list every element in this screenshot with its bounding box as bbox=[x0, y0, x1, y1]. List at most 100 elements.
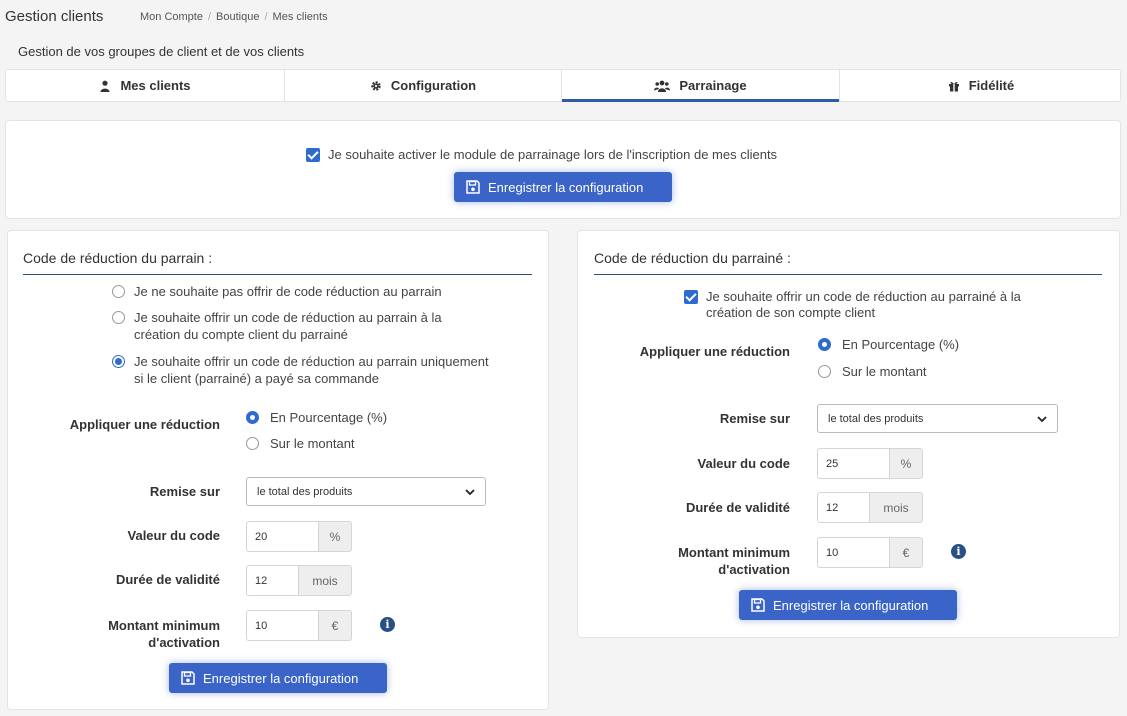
tab-label: Mes clients bbox=[120, 78, 191, 93]
duree-input[interactable] bbox=[817, 492, 869, 523]
save-icon bbox=[181, 671, 195, 685]
valeur-input[interactable] bbox=[817, 448, 889, 479]
activation-checkbox[interactable] bbox=[306, 147, 320, 162]
breadcrumb-item-shop[interactable]: Boutique bbox=[216, 11, 259, 23]
remise-select[interactable]: le total des produits bbox=[246, 477, 486, 506]
remise-select[interactable]: le total des produits bbox=[817, 404, 1058, 433]
reduction-amount-option[interactable]: Sur le montant bbox=[818, 363, 927, 380]
save-activation-button[interactable]: Enregistrer la configuration bbox=[454, 172, 672, 202]
radio-button[interactable] bbox=[818, 338, 831, 351]
montant-label-line: Montant minimum bbox=[108, 618, 220, 633]
tab-mes-clients[interactable]: Mes clients bbox=[6, 70, 285, 101]
radio-button[interactable] bbox=[112, 311, 125, 324]
radio-button[interactable] bbox=[246, 411, 259, 424]
valeur-input-group: % bbox=[246, 521, 352, 552]
breadcrumb: Mon Compte / Boutique / Mes clients bbox=[140, 11, 328, 23]
apply-reduction-label: Appliquer une réduction bbox=[639, 344, 790, 359]
euro-addon: € bbox=[889, 537, 923, 568]
save-button-label: Enregistrer la configuration bbox=[488, 179, 644, 195]
parrain-option-creation[interactable]: Je souhaite offrir un code de réduction … bbox=[112, 309, 484, 343]
tab-fidelite[interactable]: Fidélité bbox=[840, 70, 1122, 101]
parraine-offer-label: Je souhaite offrir un code de réduction … bbox=[706, 289, 1021, 320]
montant-label-line: Montant minimum bbox=[678, 545, 790, 560]
gift-icon bbox=[948, 81, 959, 91]
activation-panel: Je souhaite activer le module de parrain… bbox=[5, 120, 1121, 219]
user-icon bbox=[100, 80, 110, 92]
reduction-percent-option[interactable]: En Pourcentage (%) bbox=[246, 409, 387, 426]
valeur-input[interactable] bbox=[246, 521, 318, 552]
info-icon[interactable]: i bbox=[380, 617, 395, 632]
duree-input[interactable] bbox=[246, 565, 298, 596]
parrain-heading: Code de réduction du parrain : bbox=[23, 250, 532, 275]
montant-label-line: d'activation bbox=[148, 635, 220, 650]
months-addon: mois bbox=[298, 565, 352, 596]
months-addon: mois bbox=[869, 492, 923, 523]
save-button-label: Enregistrer la configuration bbox=[203, 670, 359, 686]
tab-bar: Mes clients Configuration Parrainage Fid… bbox=[5, 69, 1121, 102]
save-icon bbox=[466, 180, 480, 194]
breadcrumb-separator: / bbox=[264, 11, 268, 23]
remise-select-value: le total des produits bbox=[828, 412, 924, 425]
percent-addon: % bbox=[318, 521, 352, 552]
users-icon bbox=[654, 80, 671, 92]
montant-input[interactable] bbox=[246, 610, 318, 641]
info-icon[interactable]: i bbox=[951, 544, 966, 559]
montant-input-group: € bbox=[246, 610, 352, 641]
option-label: Je ne souhaite pas offrir de code réduct… bbox=[134, 284, 442, 299]
gear-icon bbox=[371, 80, 381, 91]
radio-button[interactable] bbox=[818, 365, 831, 378]
remise-select-value: le total des produits bbox=[257, 485, 353, 498]
percent-addon: % bbox=[889, 448, 923, 479]
radio-button[interactable] bbox=[112, 355, 125, 368]
montant-input[interactable] bbox=[817, 537, 889, 568]
option-label: En Pourcentage (%) bbox=[270, 410, 388, 425]
parrain-option-none[interactable]: Je ne souhaite pas offrir de code réduct… bbox=[112, 283, 479, 300]
option-label: Sur le montant bbox=[270, 436, 355, 451]
activation-row: Je souhaite activer le module de parrain… bbox=[306, 146, 777, 163]
tab-label: Fidélité bbox=[968, 78, 1015, 93]
tab-label: Configuration bbox=[390, 78, 477, 93]
parrain-option-paid[interactable]: Je souhaite offrir un code de réduction … bbox=[112, 353, 494, 387]
valeur-input-group: % bbox=[817, 448, 923, 479]
euro-addon: € bbox=[318, 610, 352, 641]
apply-reduction-label: Appliquer une réduction bbox=[69, 417, 220, 432]
valeur-label: Valeur du code bbox=[127, 528, 220, 543]
save-parraine-button[interactable]: Enregistrer la configuration bbox=[739, 590, 957, 620]
save-button-label: Enregistrer la configuration bbox=[773, 597, 929, 613]
remise-label: Remise sur bbox=[719, 411, 790, 426]
parraine-offer-row: Je souhaite offrir un code de réduction … bbox=[684, 289, 1066, 321]
option-label: Je souhaite offrir un code de réduction … bbox=[134, 354, 489, 386]
reduction-percent-option[interactable]: En Pourcentage (%) bbox=[818, 336, 959, 353]
parraine-heading: Code de réduction du parrainé : bbox=[594, 250, 1102, 275]
option-label: En Pourcentage (%) bbox=[842, 337, 960, 352]
breadcrumb-separator: / bbox=[207, 11, 212, 23]
duree-input-group: mois bbox=[246, 565, 352, 596]
montant-label: Montant minimum d'activation bbox=[28, 617, 220, 651]
activation-checkbox-label: Je souhaite activer le module de parrain… bbox=[328, 147, 778, 162]
montant-label: Montant minimum d'activation bbox=[598, 544, 790, 578]
option-label: Je souhaite offrir un code de réduction … bbox=[134, 310, 442, 342]
radio-button[interactable] bbox=[246, 437, 259, 450]
page-title: Gestion clients bbox=[5, 8, 104, 25]
tab-label: Parrainage bbox=[679, 78, 747, 93]
montant-input-group: € bbox=[817, 537, 923, 568]
remise-label: Remise sur bbox=[149, 484, 220, 499]
breadcrumb-item-clients: Mes clients bbox=[272, 11, 328, 23]
parraine-offer-checkbox[interactable] bbox=[684, 290, 698, 304]
chevron-down-icon bbox=[1037, 415, 1047, 422]
tab-parrainage[interactable]: Parrainage bbox=[562, 70, 840, 102]
parrain-panel: Code de réduction du parrain : Je ne sou… bbox=[7, 230, 549, 710]
option-label: Sur le montant bbox=[842, 364, 927, 379]
breadcrumb-item-account[interactable]: Mon Compte bbox=[140, 11, 203, 23]
tab-configuration[interactable]: Configuration bbox=[285, 70, 562, 101]
radio-button[interactable] bbox=[112, 285, 125, 298]
save-icon bbox=[751, 598, 765, 612]
chevron-down-icon bbox=[465, 488, 475, 495]
reduction-amount-option[interactable]: Sur le montant bbox=[246, 435, 355, 452]
duree-label: Durée de validité bbox=[115, 572, 220, 587]
parraine-panel: Code de réduction du parrainé : Je souha… bbox=[577, 230, 1120, 638]
montant-label-line: d'activation bbox=[718, 562, 790, 577]
page-subtitle: Gestion de vos groupes de client et de v… bbox=[18, 44, 305, 59]
save-parrain-button[interactable]: Enregistrer la configuration bbox=[169, 663, 387, 693]
duree-label: Durée de validité bbox=[685, 500, 790, 515]
